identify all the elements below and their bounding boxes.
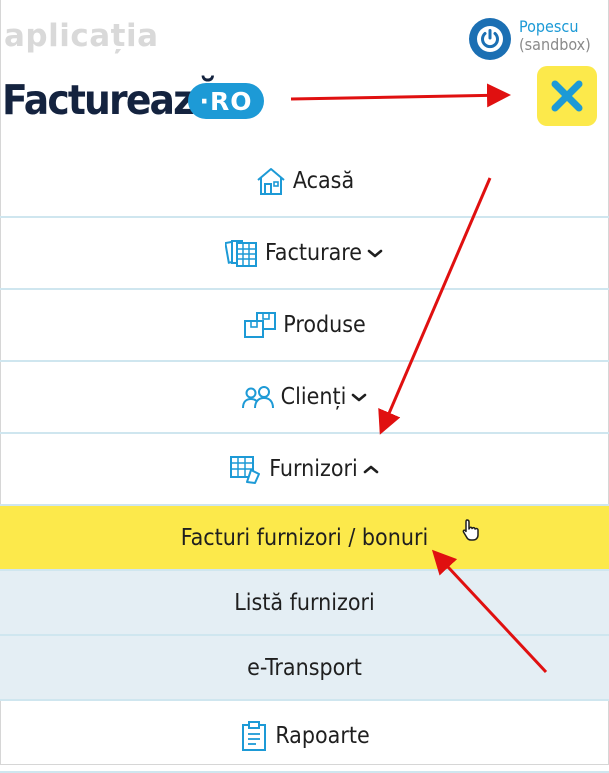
user-name: Popescu	[519, 17, 579, 36]
power-icon[interactable]	[469, 18, 511, 60]
nav-item-clienti[interactable]: Clienți	[0, 362, 609, 434]
nav-item-acasa[interactable]: Acasă	[0, 146, 609, 218]
boxes-icon	[243, 311, 277, 339]
submenu-lista-furnizori[interactable]: Listă furnizori	[0, 571, 609, 636]
nav-item-facturare[interactable]: Facturare	[0, 218, 609, 290]
nav-item-label: Furnizori	[269, 456, 358, 482]
clipboard-icon	[239, 720, 269, 752]
chevron-down-icon	[366, 247, 384, 259]
header: aplicația FactureazĂ ·RO Popescu (sandbo…	[0, 0, 609, 146]
facturare-logo[interactable]: FactureazĂ ·RO	[2, 75, 264, 125]
hand-cursor-icon	[461, 518, 483, 546]
submenu-label: Listă furnizori	[234, 589, 375, 616]
invoices-icon	[225, 238, 259, 268]
submenu-facturi-furnizori[interactable]: Facturi furnizori / bonuri	[0, 506, 609, 571]
user-mode: (sandbox)	[519, 35, 591, 54]
submenu-label: e-Transport	[247, 654, 362, 681]
nav-item-label: Acasă	[292, 168, 355, 194]
app-label: aplicația	[4, 18, 159, 54]
users-icon	[241, 384, 275, 410]
nav-menu: Acasă Facturare Produse Clienți Furnizor…	[0, 146, 609, 773]
submenu-label: Facturi furnizori / bonuri	[180, 524, 429, 551]
logo-ro-badge: ·RO	[188, 83, 264, 119]
home-icon	[255, 166, 287, 196]
chevron-up-icon	[362, 463, 380, 475]
user-account[interactable]: Popescu (sandbox)	[469, 18, 591, 60]
nav-item-furnizori[interactable]: Furnizori	[0, 434, 609, 506]
nav-item-label: Rapoarte	[275, 723, 370, 749]
nav-item-rapoarte[interactable]: Rapoarte	[0, 701, 609, 773]
nav-item-produse[interactable]: Produse	[0, 290, 609, 362]
nav-item-label: Clienți	[280, 384, 347, 410]
close-menu-button[interactable]	[537, 66, 597, 126]
submenu-e-transport[interactable]: e-Transport	[0, 636, 609, 701]
chevron-down-icon	[350, 391, 368, 403]
nav-item-label: Facturare	[265, 240, 362, 266]
nav-item-label: Produse	[283, 312, 366, 338]
close-icon	[551, 80, 583, 112]
suppliers-icon	[229, 454, 263, 484]
